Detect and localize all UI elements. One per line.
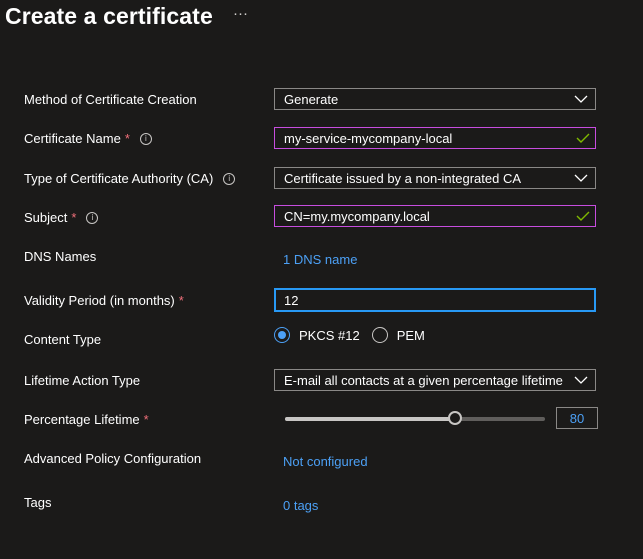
method-label: Method of Certificate Creation — [24, 92, 197, 107]
info-icon[interactable]: i — [223, 172, 236, 185]
lifetime-action-label-text: Lifetime Action Type — [24, 373, 141, 388]
required-marker: * — [178, 293, 184, 308]
method-value: Generate — [284, 91, 339, 107]
required-marker: * — [143, 412, 149, 427]
validity-input[interactable]: 12 — [274, 288, 596, 312]
checkmark-icon — [576, 133, 590, 143]
cert-name-label-text: Certificate Name — [24, 131, 121, 146]
percentage-slider[interactable] — [285, 411, 545, 425]
advanced-policy-link[interactable]: Not configured — [283, 454, 368, 469]
tags-label: Tags — [24, 495, 51, 510]
advanced-policy-label-text: Advanced Policy Configuration — [24, 451, 202, 466]
lifetime-action-label: Lifetime Action Type — [24, 373, 140, 388]
validity-label: Validity Period (in months) * — [24, 293, 184, 308]
content-type-label: Content Type — [24, 332, 101, 347]
cert-name-value: my-service-mycompany-local — [284, 130, 453, 146]
radio-circle — [371, 327, 388, 343]
radio-label: PKCS #12 — [299, 327, 360, 343]
lifetime-action-value: E-mail all contacts at a given percentag… — [284, 372, 563, 388]
ca-type-dropdown[interactable]: Certificate issued by a non-integrated C… — [274, 167, 596, 189]
dns-names-link[interactable]: 1 DNS name — [283, 252, 357, 267]
info-icon[interactable]: i — [86, 211, 99, 224]
subject-label: Subject * i — [24, 210, 99, 225]
ca-type-label-text: Type of Certificate Authority (CA) — [24, 171, 214, 186]
chevron-down-icon — [574, 174, 588, 182]
subject-input[interactable]: CN=my.mycompany.local — [274, 205, 596, 227]
radio-label: PEM — [396, 327, 425, 343]
content-type-label-text: Content Type — [24, 332, 102, 347]
method-dropdown[interactable]: Generate — [274, 88, 596, 110]
percentage-value-input[interactable]: 80 — [556, 407, 598, 429]
tags-link[interactable]: 0 tags — [283, 498, 318, 513]
method-label-text: Method of Certificate Creation — [24, 92, 197, 107]
subject-value: CN=my.mycompany.local — [284, 208, 430, 224]
required-marker: * — [71, 210, 77, 225]
ca-type-value: Certificate issued by a non-integrated C… — [284, 170, 522, 186]
cert-name-label: Certificate Name * i — [24, 131, 152, 146]
cert-name-input[interactable]: my-service-mycompany-local — [274, 127, 596, 149]
percentage-label-text: Percentage Lifetime — [24, 412, 140, 427]
ca-type-label: Type of Certificate Authority (CA) i — [24, 171, 236, 186]
subject-label-text: Subject — [24, 210, 68, 225]
content-type-radio-group: PKCS #12 PEM — [274, 327, 437, 343]
slider-fill — [285, 417, 455, 421]
advanced-policy-label: Advanced Policy Configuration — [24, 451, 201, 466]
lifetime-action-dropdown[interactable]: E-mail all contacts at a given percentag… — [274, 369, 596, 391]
more-icon[interactable]: ··· — [233, 5, 248, 22]
page-title: Create a certificate — [5, 3, 213, 29]
radio-pem[interactable]: PEM — [371, 327, 425, 343]
checkmark-icon — [576, 211, 590, 221]
required-marker: * — [124, 131, 130, 146]
tags-label-text: Tags — [24, 495, 52, 510]
dns-label-text: DNS Names — [24, 249, 97, 264]
validity-label-text: Validity Period (in months) — [24, 293, 175, 308]
slider-thumb[interactable] — [447, 411, 462, 425]
radio-pkcs12[interactable]: PKCS #12 — [274, 327, 360, 343]
dns-label: DNS Names — [24, 249, 96, 264]
info-icon[interactable]: i — [139, 132, 152, 145]
chevron-down-icon — [574, 376, 588, 384]
percentage-label: Percentage Lifetime * — [24, 412, 149, 427]
chevron-down-icon — [574, 95, 588, 103]
radio-circle — [274, 327, 290, 343]
validity-value: 12 — [284, 292, 299, 308]
